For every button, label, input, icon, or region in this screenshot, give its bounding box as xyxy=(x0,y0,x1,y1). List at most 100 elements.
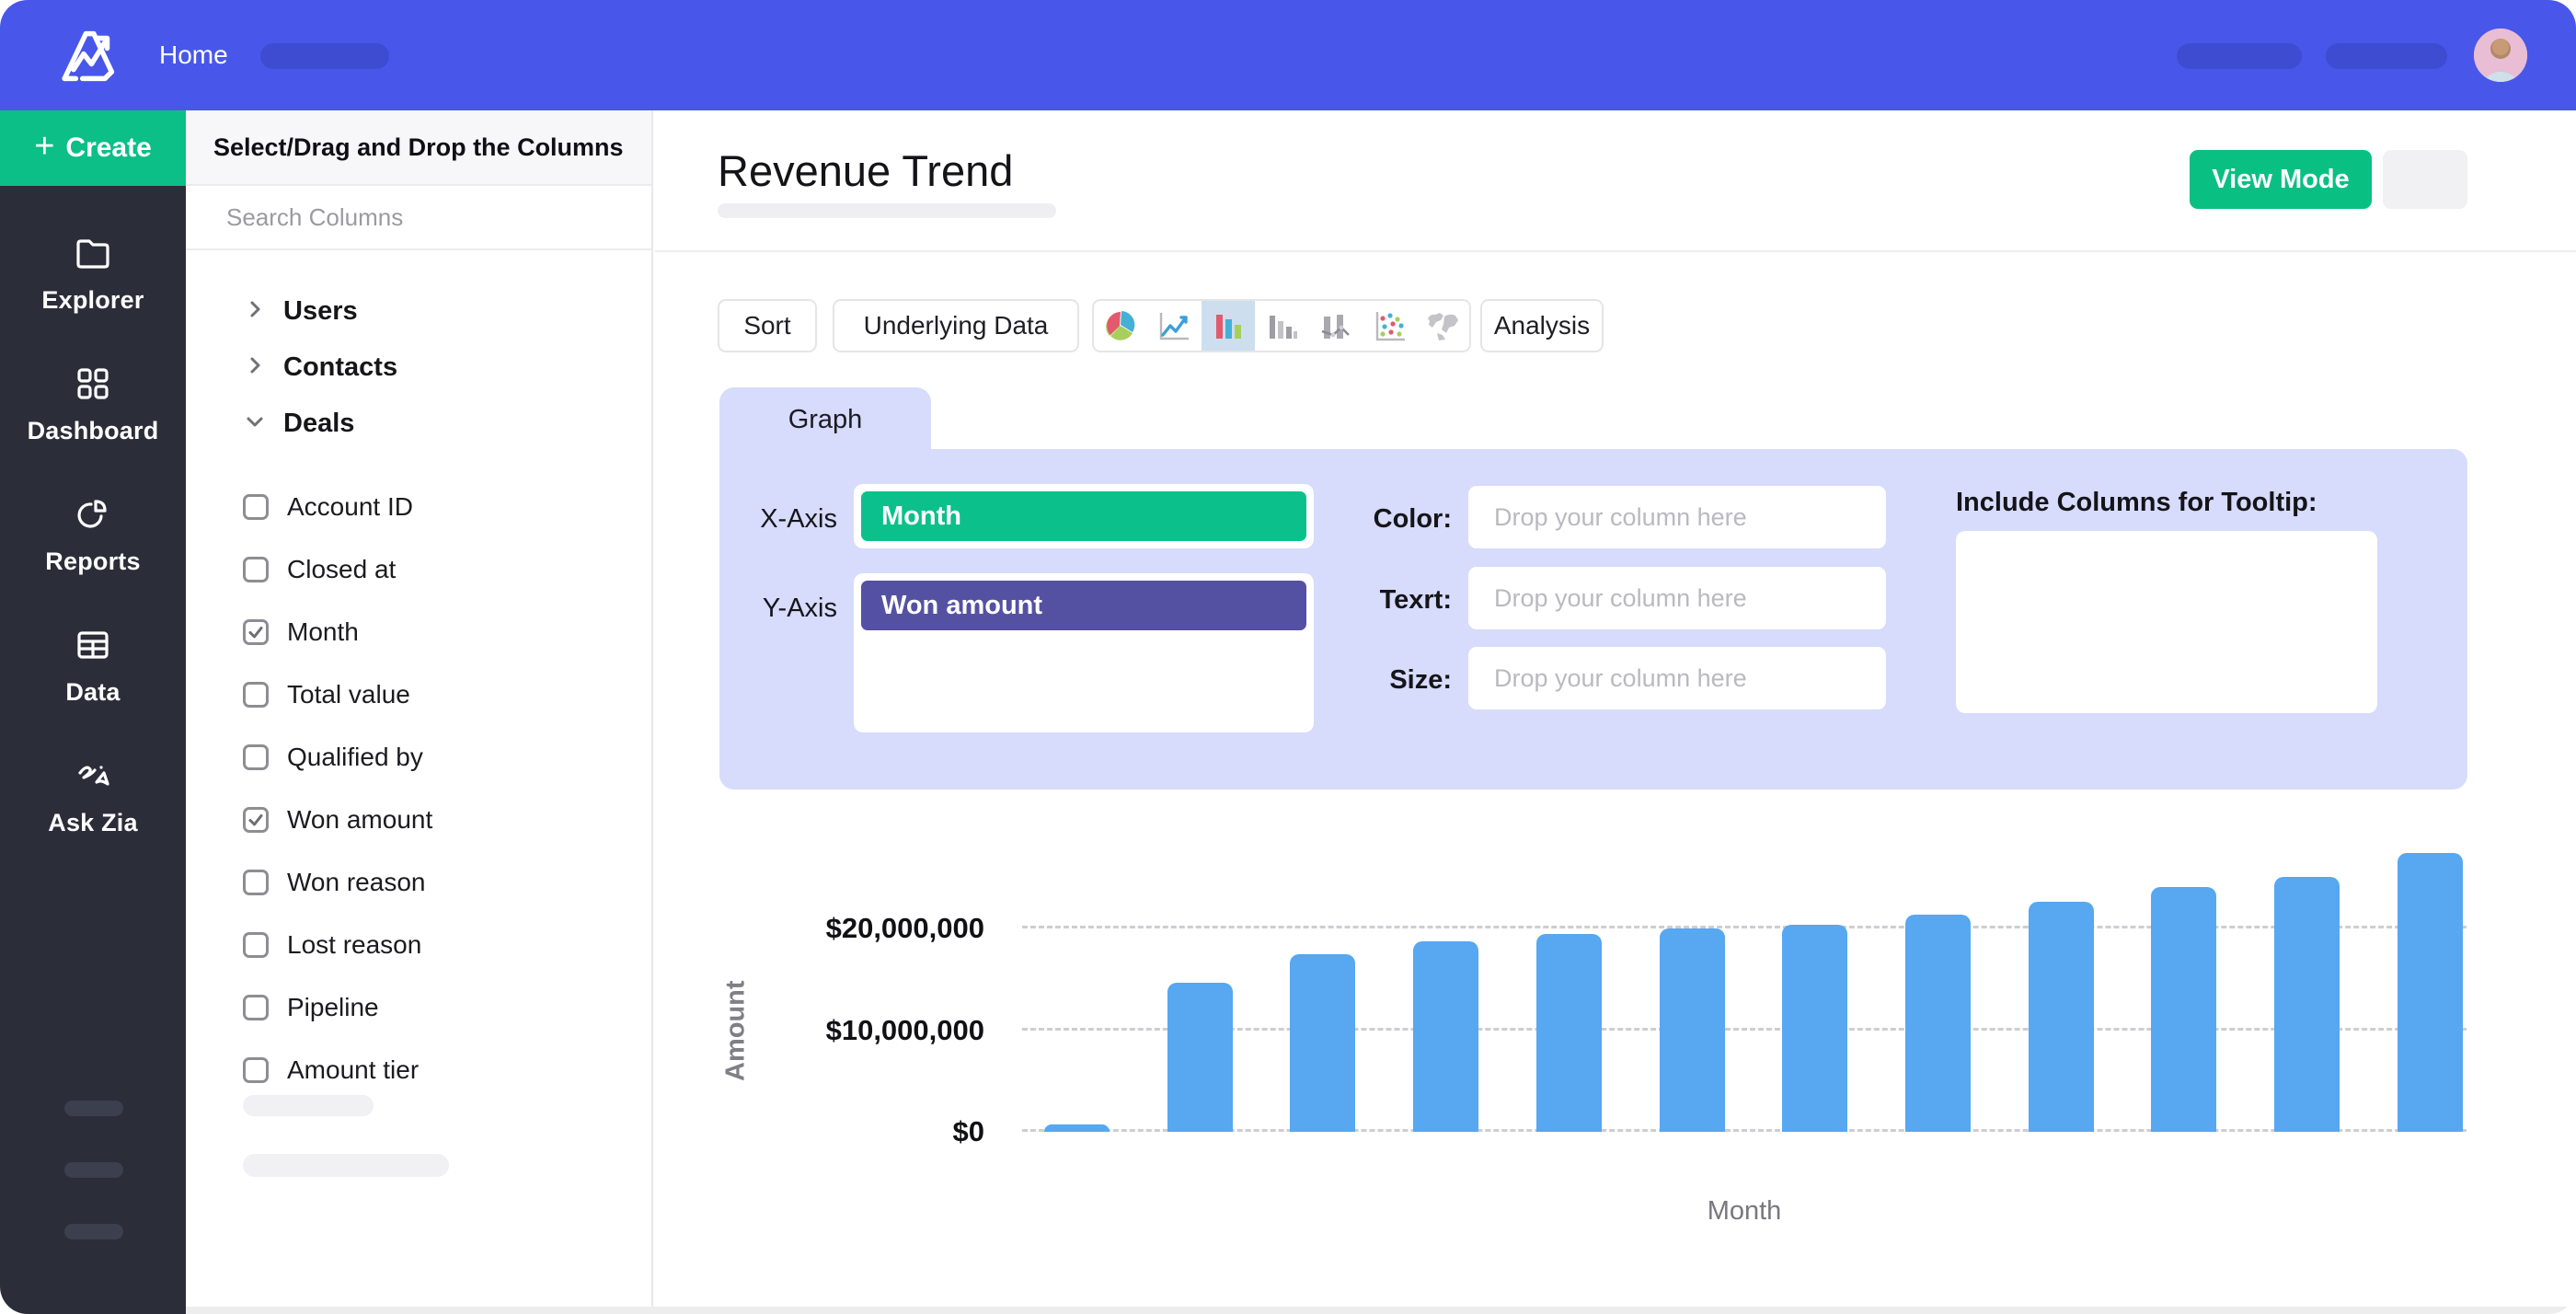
field-label: Amount tier xyxy=(287,1055,419,1085)
bar[interactable] xyxy=(2398,853,2463,1132)
drop-row-label-color: Color: xyxy=(1314,504,1452,535)
topbar: Home xyxy=(0,0,2576,110)
sidebar-item-label: Reports xyxy=(45,548,140,576)
drop-zone-size[interactable]: Drop your column here xyxy=(1468,647,1886,709)
sidebar-item-label: Ask Zia xyxy=(48,809,137,837)
sidebar-item-label: Dashboard xyxy=(28,417,159,445)
dashboard-grid-icon xyxy=(74,364,112,408)
checkbox-checked[interactable] xyxy=(243,807,269,833)
field-label: Qualified by xyxy=(287,743,423,772)
bar[interactable] xyxy=(1290,954,1355,1132)
checkbox-unchecked[interactable] xyxy=(243,744,269,770)
checkbox-unchecked[interactable] xyxy=(243,932,269,958)
sidebar-item-dashboard[interactable]: Dashboard xyxy=(0,364,186,453)
nav-placeholder-pill xyxy=(2177,43,2302,69)
bar[interactable] xyxy=(1044,1124,1110,1132)
bar[interactable] xyxy=(2274,877,2340,1132)
x-axis-column-chip[interactable]: Month xyxy=(861,491,1306,541)
chevron-right-icon xyxy=(186,297,267,326)
bar[interactable] xyxy=(1905,915,1971,1132)
columns-panel-title: Select/Drag and Drop the Columns xyxy=(186,110,651,186)
chart-type-bar-line-combo-icon[interactable] xyxy=(1308,301,1362,351)
field-label: Total value xyxy=(287,680,410,709)
checkbox-unchecked[interactable] xyxy=(243,870,269,895)
tree-group-deals[interactable]: Deals xyxy=(186,396,651,452)
analysis-button[interactable]: Analysis xyxy=(1480,299,1604,352)
tooltip-columns-heading: Include Columns for Tooltip: xyxy=(1956,488,2317,518)
bar[interactable] xyxy=(1660,928,1725,1132)
underlying-data-button[interactable]: Underlying Data xyxy=(833,299,1079,352)
chart-type-bar-mono-icon[interactable] xyxy=(1255,301,1308,351)
y-tick-label: $20,000,000 xyxy=(764,912,984,945)
columns-panel: Select/Drag and Drop the Columns Users C… xyxy=(186,110,653,1314)
checkbox-unchecked[interactable] xyxy=(243,682,269,708)
checkbox-unchecked[interactable] xyxy=(243,494,269,520)
rail-skeleton xyxy=(64,1162,123,1178)
field-label: Won amount xyxy=(287,805,432,835)
y-axis-column-chip[interactable]: Won amount xyxy=(861,581,1306,630)
create-button[interactable]: + Create xyxy=(0,110,186,186)
field-label: Lost reason xyxy=(287,930,421,960)
bar[interactable] xyxy=(1782,925,1847,1132)
sidebar-item-reports[interactable]: Reports xyxy=(0,495,186,583)
bar[interactable] xyxy=(2029,902,2094,1132)
field-row-won-amount[interactable]: Won amount xyxy=(186,789,651,851)
checkbox-unchecked[interactable] xyxy=(243,557,269,582)
nav-placeholder-pill xyxy=(260,43,389,69)
field-row-total-value[interactable]: Total value xyxy=(186,663,651,726)
y-axis-label: Y-Axis xyxy=(690,594,837,624)
checkbox-unchecked[interactable] xyxy=(243,1057,269,1083)
tooltip-columns-dropzone[interactable] xyxy=(1956,531,2377,713)
chevron-right-icon xyxy=(186,353,267,382)
sidebar-item-explorer[interactable]: Explorer xyxy=(0,234,186,322)
tree-group-users[interactable]: Users xyxy=(186,283,651,340)
rail-skeleton xyxy=(64,1101,123,1116)
chart-type-bar-icon[interactable] xyxy=(1202,301,1255,351)
y-axis-title: Amount xyxy=(708,952,764,1109)
nav-placeholder-pill xyxy=(2326,43,2447,69)
bar[interactable] xyxy=(2151,887,2216,1132)
bar[interactable] xyxy=(1167,983,1233,1132)
field-row-closed-at[interactable]: Closed at xyxy=(186,538,651,601)
field-row-month[interactable]: Month xyxy=(186,601,651,663)
left-rail: + Create Explorer Dashboard Reports Data… xyxy=(0,110,186,1314)
panel-skeleton xyxy=(243,1095,374,1116)
tab-graph[interactable]: Graph xyxy=(719,387,931,452)
y-axis-shelf[interactable]: Won amount xyxy=(854,573,1314,732)
bar[interactable] xyxy=(1413,941,1478,1132)
checkbox-checked[interactable] xyxy=(243,619,269,645)
data-table-icon xyxy=(74,626,112,669)
checkbox-unchecked[interactable] xyxy=(243,995,269,1020)
drop-zone-color[interactable]: Drop your column here xyxy=(1468,486,1886,548)
user-avatar[interactable] xyxy=(2474,29,2527,82)
tree-group-contacts[interactable]: Contacts xyxy=(186,340,651,396)
x-axis-shelf[interactable]: Month xyxy=(854,484,1314,548)
chart-type-pie-icon[interactable] xyxy=(1094,301,1147,351)
drop-zone-texrt[interactable]: Drop your column here xyxy=(1468,567,1886,629)
sidebar-item-data[interactable]: Data xyxy=(0,626,186,714)
secondary-placeholder-button[interactable] xyxy=(2383,150,2467,209)
search-columns-input[interactable] xyxy=(186,203,651,232)
field-row-lost-reason[interactable]: Lost reason xyxy=(186,914,651,976)
sidebar-item-label: Data xyxy=(65,678,120,707)
y-tick-label: $0 xyxy=(764,1115,984,1148)
drop-row-label-texrt: Texrt: xyxy=(1314,585,1452,616)
rail-skeleton xyxy=(64,1224,123,1239)
chart-type-map-icon[interactable] xyxy=(1416,301,1469,351)
field-row-account-id[interactable]: Account ID xyxy=(186,476,651,538)
view-mode-button[interactable]: View Mode xyxy=(2190,150,2372,209)
folder-icon xyxy=(74,234,112,277)
chart-type-scatter-icon[interactable] xyxy=(1362,301,1415,351)
nav-home[interactable]: Home xyxy=(159,0,228,110)
field-row-amount-tier[interactable]: Amount tier xyxy=(186,1039,651,1101)
field-label: Account ID xyxy=(287,492,413,522)
bar[interactable] xyxy=(1536,934,1602,1132)
chart-type-line-icon[interactable] xyxy=(1147,301,1201,351)
tree-group-label: Deals xyxy=(283,409,354,439)
field-row-qualified-by[interactable]: Qualified by xyxy=(186,726,651,789)
plus-icon: + xyxy=(34,129,54,164)
field-row-won-reason[interactable]: Won reason xyxy=(186,851,651,914)
sort-button[interactable]: Sort xyxy=(718,299,817,352)
field-row-pipeline[interactable]: Pipeline xyxy=(186,976,651,1039)
sidebar-item-ask-zia[interactable]: Ask Zia xyxy=(0,756,186,845)
